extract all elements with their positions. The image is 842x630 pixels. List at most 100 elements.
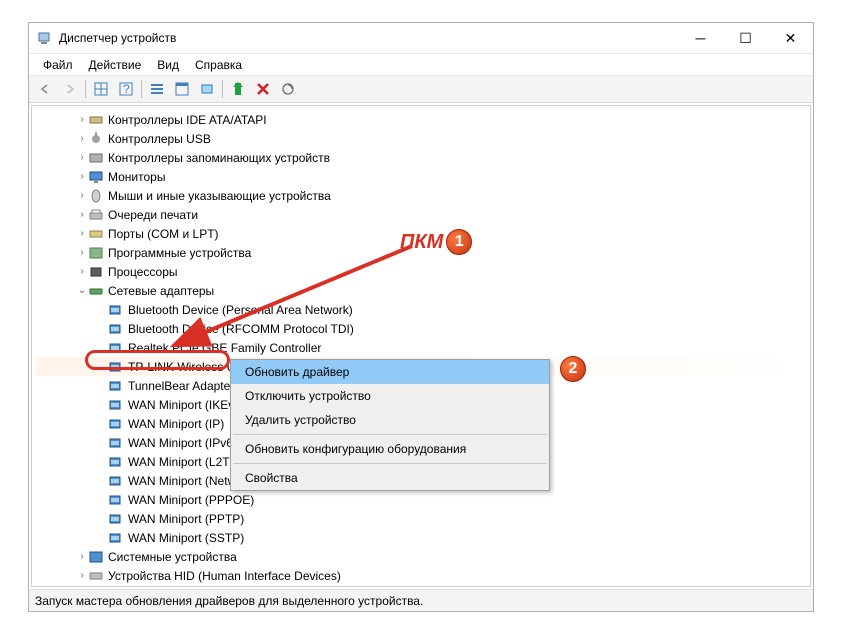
expand-toggle[interactable]: › [76,190,88,201]
forward-button[interactable] [58,78,82,100]
category-label: Мониторы [108,170,165,184]
printer-icon [88,208,104,222]
category-label: Программные устройства [108,246,251,260]
expand-toggle[interactable]: ⌄ [76,285,88,296]
adapter-label: WAN Miniport (PPPOE) [128,493,254,507]
annotation-pkm: ПКМ 1 [400,229,472,255]
toolbar-refresh-icon[interactable] [195,78,219,100]
toolbar-grid-icon[interactable] [89,78,113,100]
category-label: Очереди печати [108,208,198,222]
nic-icon [108,303,124,317]
system-icon [88,550,104,564]
category-2[interactable]: › Контроллеры запоминающих устройств [36,148,806,167]
menu-file[interactable]: Файл [35,56,81,74]
adapter-12[interactable]: WAN Miniport (SSTP) [36,528,806,547]
expand-toggle[interactable]: › [76,551,88,562]
network-icon [88,284,104,298]
hid-icon [88,569,104,583]
expand-toggle[interactable]: › [76,209,88,220]
adapter-label: WAN Miniport (L2TP) [128,455,242,469]
nic-icon [108,322,124,336]
category-8[interactable]: › Процессоры [36,262,806,281]
category-0[interactable]: › Контроллеры IDE ATA/ATAPI [36,110,806,129]
adapter-label: WAN Miniport (IKEv2) [128,398,245,412]
category-11[interactable]: › Устройства HID (Human Interface Device… [36,566,806,585]
usb-icon [88,132,104,146]
marker-2: 2 [560,356,586,382]
expand-toggle[interactable]: › [76,247,88,258]
adapter-label: Realtek PCIe GBE Family Controller [128,341,321,355]
category-label: Процессоры [108,265,178,279]
status-text: Запуск мастера обновления драйверов для … [35,594,423,608]
monitor-icon [88,170,104,184]
expand-toggle[interactable]: › [76,114,88,125]
adapter-label: WAN Miniport (SSTP) [128,531,244,545]
nic-icon [108,379,124,393]
category-label: Порты (COM и LPT) [108,227,219,241]
menu-help[interactable]: Справка [187,56,250,74]
expand-toggle[interactable]: › [76,570,88,581]
category-3[interactable]: › Мониторы [36,167,806,186]
context-refresh-config[interactable]: Обновить конфигурацию оборудования [231,437,549,461]
adapter-1[interactable]: Bluetooth Device (RFCOMM Protocol TDI) [36,319,806,338]
maximize-button[interactable]: ☐ [723,23,768,53]
toolbar-help-icon[interactable]: ? [114,78,138,100]
minimize-button[interactable]: ─ [678,23,723,53]
window-title: Диспетчер устройств [59,31,678,45]
adapter-10[interactable]: WAN Miniport (PPPOE) [36,490,806,509]
titlebar: Диспетчер устройств ─ ☐ ✕ [29,23,813,53]
annotation-2: 2 [560,356,586,382]
context-disable-device[interactable]: Отключить устройство [231,384,549,408]
toolbar-delete-icon[interactable] [251,78,275,100]
nic-icon [108,531,124,545]
expand-toggle[interactable]: › [76,266,88,277]
back-button[interactable] [33,78,57,100]
menu-action[interactable]: Действие [81,56,150,74]
toolbar-scan-icon[interactable] [276,78,300,100]
category-9[interactable]: ⌄ Сетевые адаптеры [36,281,806,300]
nic-icon [108,341,124,355]
context-menu: Обновить драйвер Отключить устройство Уд… [230,359,550,491]
adapter-label: WAN Miniport (IP) [128,417,224,431]
close-button[interactable]: ✕ [768,23,813,53]
nic-icon [108,493,124,507]
menubar: Файл Действие Вид Справка [29,53,813,75]
context-update-driver[interactable]: Обновить драйвер [231,360,549,384]
category-1[interactable]: › Контроллеры USB [36,129,806,148]
port-icon [88,227,104,241]
expand-toggle[interactable]: › [76,171,88,182]
storage-icon [88,151,104,165]
menu-view[interactable]: Вид [149,56,187,74]
expand-toggle[interactable]: › [76,152,88,163]
adapter-label: WAN Miniport (IPv6) [128,436,237,450]
mouse-icon [88,189,104,203]
svg-text:?: ? [123,82,130,96]
category-4[interactable]: › Мыши и иные указывающие устройства [36,186,806,205]
adapter-11[interactable]: WAN Miniport (PPTP) [36,509,806,528]
context-remove-device[interactable]: Удалить устройство [231,408,549,432]
expand-toggle[interactable]: › [76,228,88,239]
toolbar-detail-icon[interactable] [170,78,194,100]
category-label: Контроллеры IDE ATA/ATAPI [108,113,267,127]
software-icon [88,246,104,260]
toolbar-list-icon[interactable] [145,78,169,100]
nic-icon [108,455,124,469]
app-icon [37,30,53,46]
ide-icon [88,113,104,127]
category-label: Устройства HID (Human Interface Devices) [108,569,341,583]
cpu-icon [88,265,104,279]
nic-icon [108,436,124,450]
nic-icon [108,474,124,488]
nic-icon [108,417,124,431]
nic-icon [108,360,124,374]
context-properties[interactable]: Свойства [231,466,549,490]
expand-toggle[interactable]: › [76,133,88,144]
device-tree: › Контроллеры IDE ATA/ATAPI › Контроллер… [31,105,811,587]
toolbar-update-icon[interactable] [226,78,250,100]
adapter-2[interactable]: Realtek PCIe GBE Family Controller [36,338,806,357]
category-10[interactable]: › Системные устройства [36,547,806,566]
category-5[interactable]: › Очереди печати [36,205,806,224]
category-label: Контроллеры USB [108,132,211,146]
adapter-label: Bluetooth Device (RFCOMM Protocol TDI) [128,322,354,336]
adapter-0[interactable]: Bluetooth Device (Personal Area Network) [36,300,806,319]
